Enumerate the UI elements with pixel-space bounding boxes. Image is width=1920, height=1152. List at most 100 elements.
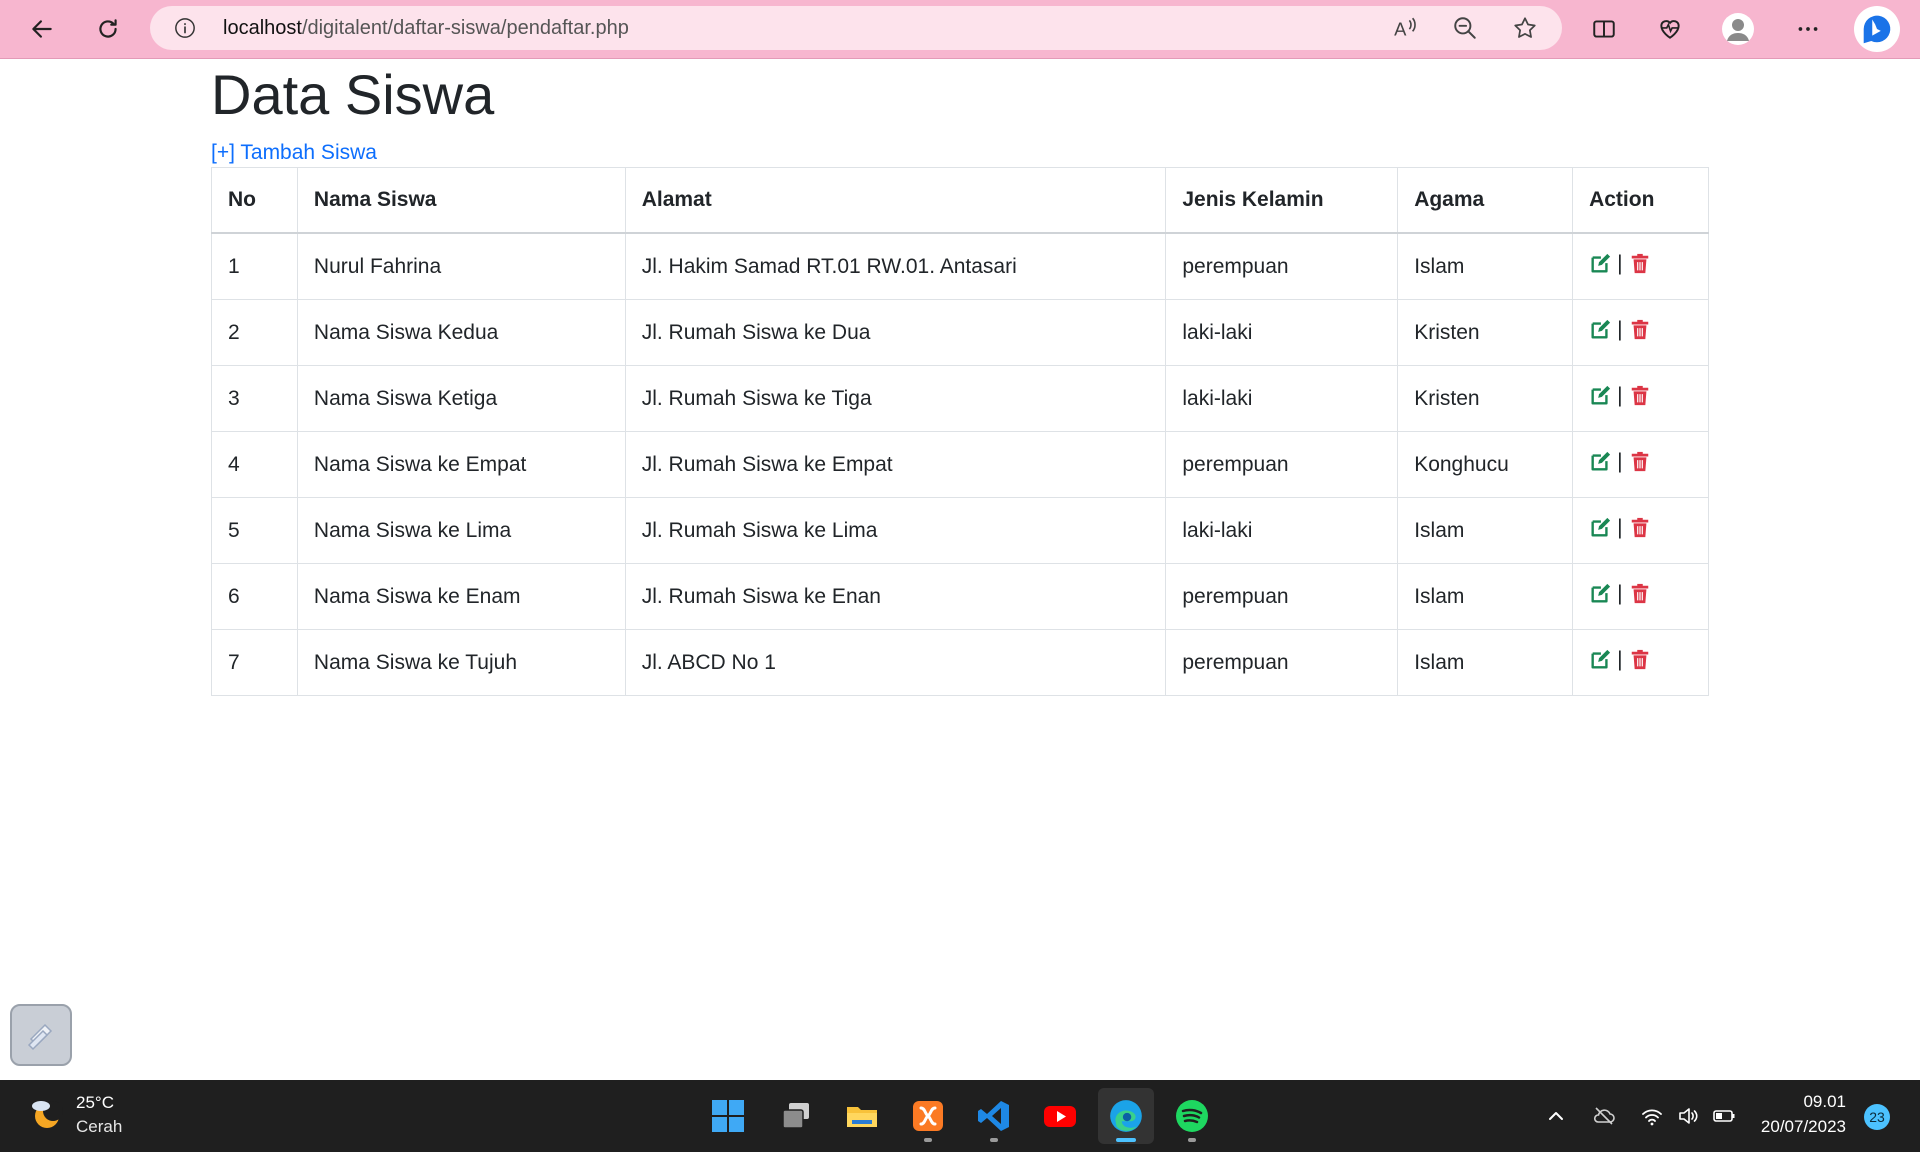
edit-button[interactable]	[1589, 253, 1611, 275]
refresh-icon	[99, 19, 117, 38]
edit-icon	[1591, 583, 1611, 603]
cell-action: |	[1572, 299, 1709, 366]
edit-button[interactable]	[1589, 583, 1611, 605]
delete-button[interactable]	[1629, 253, 1651, 275]
table-row: 4 Nama Siswa ke Empat Jl. Rumah Siswa ke E…	[211, 431, 1709, 498]
action-group: |	[1589, 450, 1650, 474]
taskbar-youtube[interactable]	[1032, 1088, 1088, 1144]
zoom-out-icon[interactable]	[1452, 15, 1478, 41]
svg-text:A: A	[1394, 19, 1407, 40]
weather-moon-icon[interactable]	[28, 1096, 64, 1132]
cell-alamat: Jl. Rumah Siswa ke Enan	[624, 563, 1167, 630]
edit-button[interactable]	[1589, 319, 1611, 341]
action-separator: |	[1617, 516, 1623, 539]
cell-no: 3	[211, 365, 298, 432]
edit-icon	[1591, 253, 1611, 273]
table-row: 1 Nurul Fahrina Jl. Hakim Samad RT.01 RW.0…	[211, 232, 1709, 300]
taskbar-xampp[interactable]	[900, 1088, 956, 1144]
site-info-icon[interactable]	[174, 17, 196, 39]
user-icon	[1727, 19, 1749, 41]
edit-button[interactable]	[1589, 451, 1611, 473]
column-header-jenis-kelamin: Jenis Kelamin	[1165, 167, 1399, 234]
notification-badge[interactable]: 23	[1864, 1104, 1890, 1130]
browser-toolbar: localhost/digitalent/daftar-siswa/pendaf…	[0, 0, 1920, 59]
action-group: |	[1589, 648, 1650, 672]
taskbar-task-view[interactable]	[768, 1088, 824, 1144]
youtube-icon	[1044, 1106, 1076, 1127]
cell-jenis-kelamin: laki-laki	[1165, 497, 1399, 564]
taskbar-file-explorer[interactable]	[834, 1088, 890, 1144]
cell-action: |	[1572, 431, 1709, 498]
edit-button[interactable]	[1589, 649, 1611, 671]
clock-time[interactable]: 09.01	[1803, 1092, 1846, 1112]
action-group: |	[1589, 384, 1650, 408]
taskbar-start-button[interactable]	[700, 1088, 756, 1144]
more-options-button[interactable]	[1788, 9, 1828, 49]
cell-no: 1	[211, 232, 298, 300]
address-bar[interactable]: localhost/digitalent/daftar-siswa/pendaf…	[150, 6, 1562, 50]
edit-icon	[1591, 517, 1611, 537]
delete-button[interactable]	[1629, 451, 1651, 473]
favorite-star-icon[interactable]	[1512, 15, 1538, 41]
students-table-body: 1 Nurul Fahrina Jl. Hakim Samad RT.01 RW.0…	[211, 232, 1709, 696]
taskbar-vscode[interactable]	[966, 1088, 1022, 1144]
delete-button[interactable]	[1629, 319, 1651, 341]
edit-button[interactable]	[1589, 385, 1611, 407]
back-button[interactable]	[22, 9, 62, 49]
refresh-button[interactable]	[88, 9, 128, 49]
read-aloud-icon[interactable]: A	[1392, 15, 1418, 41]
cell-jenis-kelamin: laki-laki	[1165, 365, 1399, 432]
column-header-nama: Nama Siswa	[296, 167, 626, 234]
weather-temperature[interactable]: 25°C	[76, 1093, 114, 1113]
cell-nama-siswa: Nama Siswa ke Lima	[296, 497, 626, 564]
battery-icon[interactable]	[1712, 1104, 1736, 1128]
volume-icon[interactable]	[1676, 1104, 1700, 1128]
cell-alamat: Jl. Rumah Siswa ke Lima	[624, 497, 1167, 564]
task-view-icon	[782, 1103, 809, 1129]
copilot-button[interactable]	[1854, 6, 1900, 52]
delete-trash-icon	[1631, 649, 1648, 670]
chevron-up-icon[interactable]	[1544, 1104, 1568, 1128]
taskbar-spotify[interactable]	[1164, 1088, 1220, 1144]
delete-button[interactable]	[1629, 649, 1651, 671]
column-header-alamat: Alamat	[624, 167, 1167, 234]
table-row: 3 Nama Siswa Ketiga Jl. Rumah Siswa ke Tig…	[211, 365, 1709, 432]
profile-avatar[interactable]	[1722, 13, 1754, 45]
edit-button[interactable]	[1589, 517, 1611, 539]
folder-icon	[847, 1107, 877, 1127]
cell-alamat: Jl. Rumah Siswa ke Dua	[624, 299, 1167, 366]
students-table: No Nama Siswa Alamat Jenis Kelamin Agama…	[211, 167, 1709, 696]
split-screen-button[interactable]	[1584, 9, 1624, 49]
delete-button[interactable]	[1629, 385, 1651, 407]
weather-description[interactable]: Cerah	[76, 1117, 122, 1137]
cell-jenis-kelamin: laki-laki	[1165, 299, 1399, 366]
delete-trash-icon	[1631, 583, 1648, 604]
cell-no: 7	[211, 629, 298, 696]
url-path: /digitalent/daftar-siswa/pendaftar.php	[301, 17, 629, 39]
taskbar-edge[interactable]	[1098, 1088, 1154, 1144]
more-dots-icon	[1798, 27, 1818, 31]
cell-alamat: Jl. ABCD No 1	[624, 629, 1167, 696]
cell-nama-siswa: Nama Siswa ke Tujuh	[296, 629, 626, 696]
cell-agama: Islam	[1397, 232, 1574, 300]
action-group: |	[1589, 516, 1650, 540]
action-separator: |	[1617, 384, 1623, 407]
cell-action: |	[1572, 629, 1709, 696]
cell-jenis-kelamin: perempuan	[1165, 629, 1399, 696]
cloud-offline-icon[interactable]	[1592, 1104, 1616, 1128]
heart-pulse-icon	[1660, 20, 1680, 39]
add-student-link[interactable]: [+] Tambah Siswa	[211, 140, 377, 166]
url-text[interactable]: localhost/digitalent/daftar-siswa/pendaf…	[223, 6, 629, 50]
browser-essentials-button[interactable]	[1650, 9, 1690, 49]
action-separator: |	[1617, 648, 1623, 671]
vscode-icon	[978, 1101, 1009, 1131]
cell-alamat: Jl. Rumah Siswa ke Tiga	[624, 365, 1167, 432]
windows-logo-icon	[712, 1100, 744, 1132]
delete-button[interactable]	[1629, 517, 1651, 539]
clock-date[interactable]: 20/07/2023	[1761, 1117, 1846, 1137]
wifi-icon[interactable]	[1640, 1104, 1664, 1128]
active-indicator	[1116, 1138, 1136, 1142]
cell-nama-siswa: Nama Siswa ke Empat	[296, 431, 626, 498]
floating-app-button[interactable]	[10, 1004, 72, 1066]
delete-button[interactable]	[1629, 583, 1651, 605]
